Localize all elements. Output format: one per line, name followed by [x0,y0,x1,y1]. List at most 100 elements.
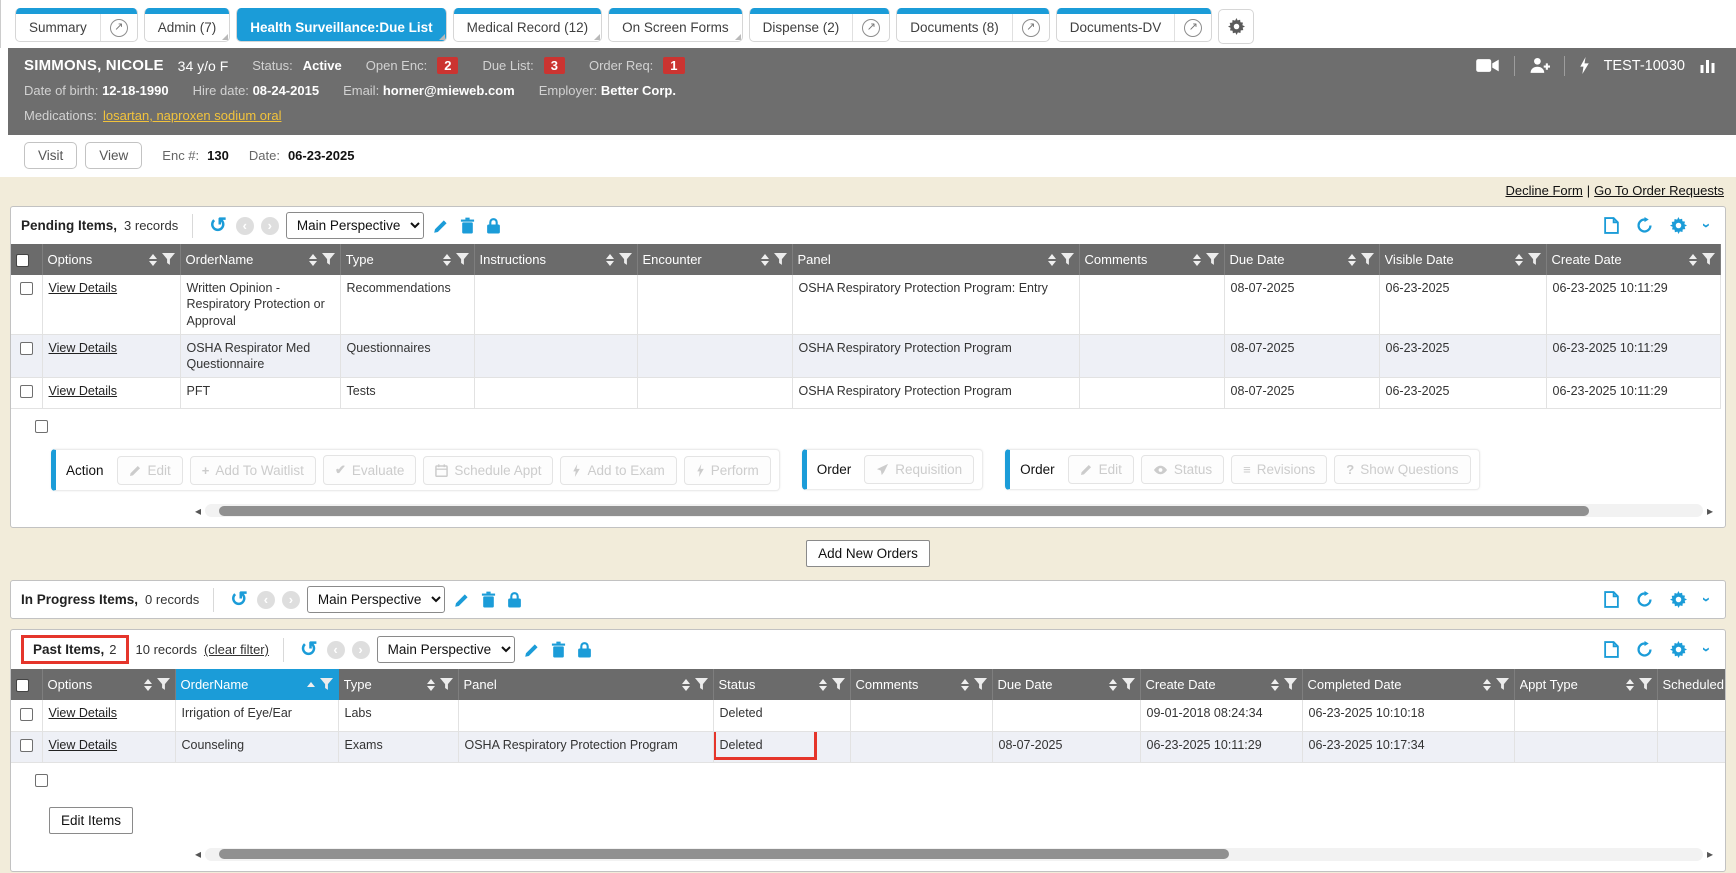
filter-icon[interactable] [440,678,453,691]
decline-form-link[interactable]: Decline Form [1505,183,1582,198]
lightning-icon[interactable] [1577,57,1592,74]
sort-icon[interactable] [682,679,690,691]
filter-icon[interactable] [619,253,632,266]
filter-icon[interactable] [695,678,708,691]
col-status[interactable]: Status [713,669,850,700]
tab-on-screen-forms[interactable]: On Screen Forms [608,8,743,42]
sort-icon[interactable] [961,679,969,691]
col-encounter[interactable]: Encounter [637,244,792,275]
visit-button[interactable]: Visit [24,142,77,169]
sort-icon[interactable] [1109,679,1117,691]
clear-filter-link[interactable]: (clear filter) [204,642,269,657]
filter-icon[interactable] [322,253,335,266]
open-in-new-window-button[interactable]: ↗ [100,14,137,41]
tab-health-surveillance-due-list[interactable]: Health Surveillance:Due List [236,8,446,42]
sort-icon[interactable] [1483,679,1491,691]
add-to-waitlist-button[interactable]: +Add To Waitlist [190,456,316,485]
tab-settings-button[interactable] [1218,9,1254,44]
col-type[interactable]: Type [338,669,458,700]
tab-label[interactable]: Medical Record (12) [454,14,602,41]
col-panel[interactable]: Panel [458,669,713,700]
col-ordername[interactable]: OrderName [180,244,340,275]
tab-documents[interactable]: Documents (8) ↗ [896,8,1050,42]
edit-perspective-pencil-icon[interactable] [431,218,451,234]
new-document-icon[interactable] [1602,591,1621,608]
perspective-select[interactable]: Main Perspective [377,636,515,663]
filter-icon[interactable] [1528,253,1541,266]
scrollbar-track[interactable] [205,848,1703,861]
sort-icon[interactable] [1348,254,1356,266]
add-new-orders-button[interactable]: Add New Orders [806,540,930,567]
row-checkbox[interactable] [20,342,33,355]
filter-icon[interactable] [1284,678,1297,691]
refresh-icon[interactable] [1634,217,1655,234]
next-perspective-icon[interactable]: › [282,591,300,609]
filter-icon[interactable] [1639,678,1652,691]
tab-label[interactable]: Documents (8) [897,14,1012,41]
tab-admin[interactable]: Admin (7) [144,8,231,42]
prev-perspective-icon[interactable]: ‹ [327,641,345,659]
filter-icon[interactable] [1496,678,1509,691]
col-appt-type[interactable]: Appt Type [1514,669,1657,700]
status-button[interactable]: Status [1141,455,1224,484]
new-document-icon[interactable] [1602,641,1621,658]
sort-icon[interactable] [443,254,451,266]
tab-label[interactable]: On Screen Forms [609,14,742,41]
undo-icon[interactable]: ↺ [228,589,250,610]
tab-label[interactable]: Documents-DV [1057,14,1175,41]
col-create-date[interactable]: Create Date [1140,669,1302,700]
filter-icon[interactable] [1361,253,1374,266]
settings-gear-icon[interactable] [1668,641,1689,658]
col-completed-date[interactable]: Completed Date [1302,669,1514,700]
tab-dispense[interactable]: Dispense (2) ↗ [749,8,891,42]
scrollbar-track[interactable] [205,504,1703,517]
tab-medical-record[interactable]: Medical Record (12) [453,8,603,42]
prev-perspective-icon[interactable]: ‹ [257,591,275,609]
settings-gear-icon[interactable] [1668,591,1689,608]
scroll-right-arrow[interactable]: ▸ [1703,848,1717,860]
view-details-link[interactable]: View Details [49,706,118,720]
tab-documents-dv[interactable]: Documents-DV ↗ [1056,8,1213,42]
edit-perspective-pencil-icon[interactable] [522,642,542,658]
filter-icon[interactable] [162,253,175,266]
lock-perspective-icon[interactable] [484,217,503,234]
scrollbar-thumb[interactable] [219,849,1229,859]
sort-icon[interactable] [427,679,435,691]
filter-icon[interactable] [1206,253,1219,266]
lock-perspective-icon[interactable] [505,591,524,608]
delete-perspective-trash-icon[interactable] [479,591,498,608]
flowsheet-chart-icon[interactable] [1697,59,1720,73]
col-instructions[interactable]: Instructions [474,244,637,275]
new-document-icon[interactable] [1602,217,1621,234]
sort-icon[interactable] [309,254,317,266]
col-comments[interactable]: Comments [850,669,992,700]
col-ordername-sorted[interactable]: OrderName [175,669,338,700]
refresh-icon[interactable] [1634,591,1655,608]
next-perspective-icon[interactable]: › [352,641,370,659]
perspective-select[interactable]: Main Perspective [286,212,424,239]
sort-icon[interactable] [1271,679,1279,691]
revisions-button[interactable]: ≡Revisions [1231,455,1327,484]
order-edit-button[interactable]: Edit [1068,455,1134,484]
order-req-badge[interactable]: 1 [663,57,684,74]
tab-label[interactable]: Dispense (2) [750,14,853,41]
refresh-icon[interactable] [1634,641,1655,658]
row-checkbox[interactable] [20,708,33,721]
filter-icon[interactable] [157,678,170,691]
next-perspective-icon[interactable]: › [261,217,279,235]
tab-label[interactable]: Admin (7) [145,14,230,41]
col-type[interactable]: Type [340,244,474,275]
col-due-date[interactable]: Due Date [1224,244,1379,275]
sort-ascending-icon[interactable] [307,682,315,687]
edit-items-button[interactable]: Edit Items [49,807,133,834]
add-to-exam-button[interactable]: Add to Exam [560,456,676,485]
col-scheduled[interactable]: Scheduled [1657,669,1726,700]
go-to-order-requests-link[interactable]: Go To Order Requests [1594,183,1724,198]
col-options[interactable]: Options [42,244,180,275]
open-in-new-window-button[interactable]: ↗ [852,14,889,41]
filter-icon[interactable] [320,678,333,691]
settings-gear-icon[interactable] [1668,217,1689,234]
filter-icon[interactable] [974,678,987,691]
view-button[interactable]: View [85,142,142,169]
filter-icon[interactable] [832,678,845,691]
